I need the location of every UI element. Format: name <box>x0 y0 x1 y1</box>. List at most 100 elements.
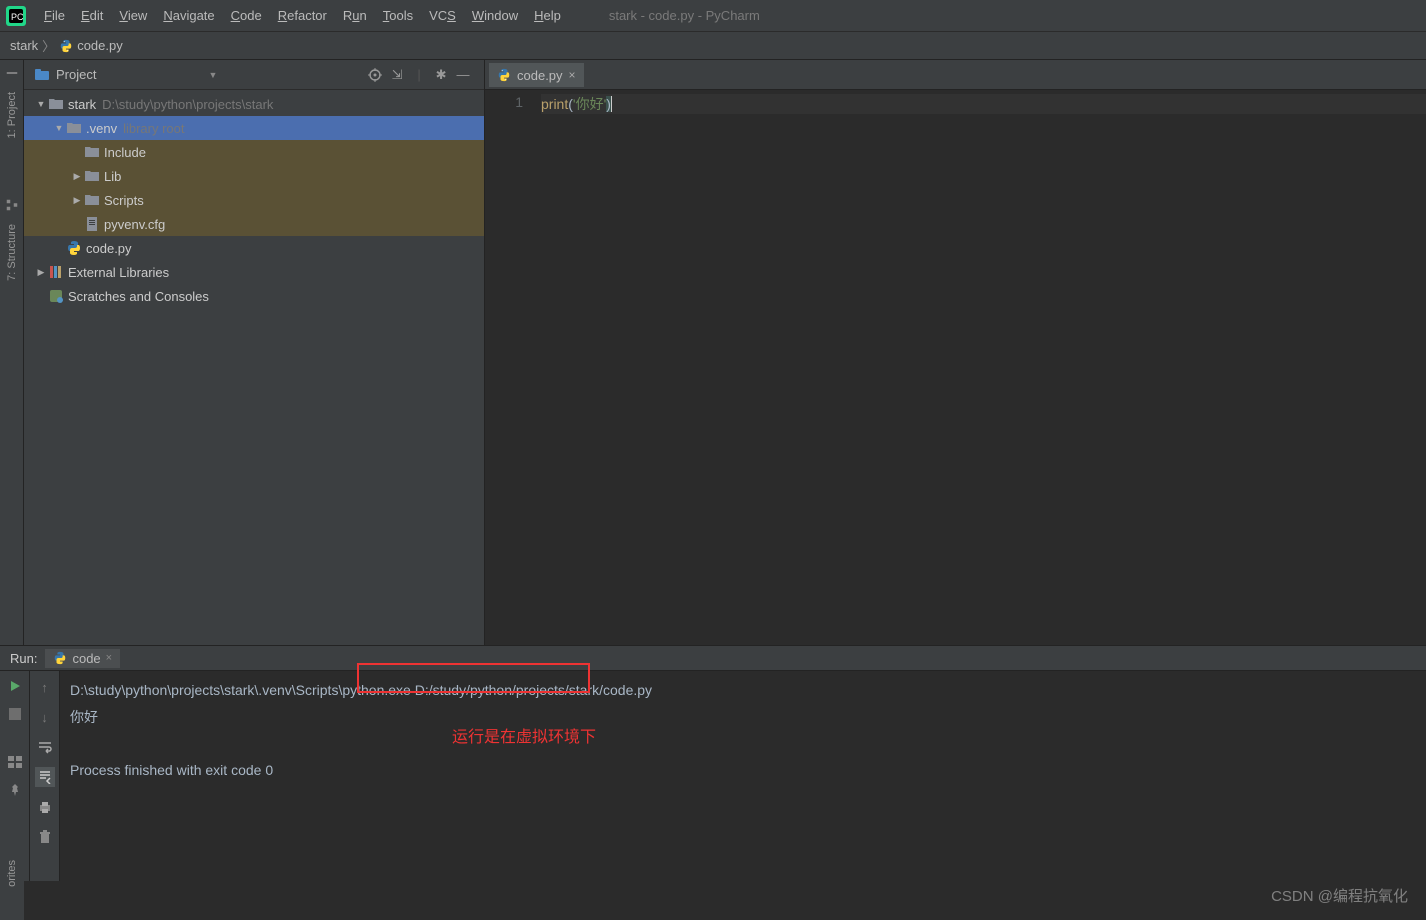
minimize-icon[interactable] <box>5 66 19 80</box>
editor-pane: code.py × 1 print('你好') <box>484 60 1426 645</box>
file-py-icon <box>66 240 82 256</box>
folder-icon <box>48 96 64 112</box>
menu-file[interactable]: File <box>36 4 73 27</box>
folder-icon <box>66 120 82 136</box>
python-file-icon <box>59 39 73 53</box>
run-toolwindow-header: Run: code × <box>0 645 1426 671</box>
tree-row[interactable]: Include <box>24 140 484 164</box>
tree-row[interactable]: Scratches and Consoles <box>24 284 484 308</box>
menu-run[interactable]: Run <box>335 4 375 27</box>
run-console[interactable]: 运行是在虚拟环境下 D:\study\python\projects\stark… <box>60 671 1426 881</box>
run-toolwindow-body: ↑ ↓ 运行是在虚拟环境下 D:\study\python\projects\s… <box>0 671 1426 881</box>
settings-sep-icon: | <box>408 64 430 86</box>
line-number: 1 <box>485 94 523 110</box>
watermark: CSDN @编程抗氧化 <box>1271 885 1408 906</box>
tree-arrow-icon[interactable]: ▶ <box>34 267 48 278</box>
run-right-toolbar: ↑ ↓ <box>30 671 60 881</box>
tree-row[interactable]: ▼.venvlibrary root <box>24 116 484 140</box>
tree-arrow-icon[interactable]: ▼ <box>34 99 48 109</box>
run-title: Run: <box>10 651 37 666</box>
code-line[interactable]: print('你好') <box>541 94 1426 114</box>
tree-row[interactable]: code.py <box>24 236 484 260</box>
folder-icon <box>84 192 100 208</box>
menu-view[interactable]: View <box>111 4 155 27</box>
up-icon[interactable]: ↑ <box>35 677 55 697</box>
tree-arrow-icon[interactable]: ▶ <box>70 171 84 182</box>
menu-code[interactable]: Code <box>223 4 270 27</box>
run-tab-label: code <box>72 651 100 666</box>
tree-row[interactable]: ▼ stark D:\study\python\projects\stark <box>24 92 484 116</box>
editor-tab-code[interactable]: code.py × <box>489 63 584 89</box>
scroll-to-end-icon[interactable] <box>35 767 55 787</box>
tree-row[interactable]: ▶ Lib <box>24 164 484 188</box>
editor-tab-label: code.py <box>517 68 563 83</box>
gear-icon[interactable]: ✱ <box>430 64 452 86</box>
editor-gutter: 1 <box>485 90 541 645</box>
tree-label: Scripts <box>104 193 144 208</box>
stop-icon[interactable] <box>6 705 24 723</box>
tree-row[interactable]: ▶ External Libraries <box>24 260 484 284</box>
console-line: Process finished with exit code 0 <box>70 757 1416 784</box>
menu-navigate[interactable]: Navigate <box>155 4 222 27</box>
rail-project-button[interactable]: 1: Project <box>4 88 20 142</box>
expand-all-icon[interactable]: ⇲ <box>386 64 408 86</box>
tree-row[interactable]: ▶ Scripts <box>24 188 484 212</box>
tree-label: Lib <box>104 169 121 184</box>
code-area[interactable]: print('你好') <box>541 90 1426 645</box>
down-icon[interactable]: ↓ <box>35 707 55 727</box>
folder-icon <box>84 168 100 184</box>
rerun-icon[interactable] <box>6 677 24 695</box>
menu-edit[interactable]: Edit <box>73 4 111 27</box>
menu-vcs[interactable]: VCS <box>421 4 464 27</box>
locate-icon[interactable] <box>364 64 386 86</box>
python-file-icon <box>497 68 511 82</box>
breadcrumb-file[interactable]: code.py <box>59 38 123 53</box>
soft-wrap-icon[interactable] <box>35 737 55 757</box>
run-left-toolbar <box>0 671 30 881</box>
trash-icon[interactable] <box>35 827 55 847</box>
pycharm-logo-icon: PC <box>6 6 26 26</box>
tree-arrow-icon[interactable]: ▼ <box>52 123 66 133</box>
menu-window[interactable]: Window <box>464 4 526 27</box>
tree-label: Scratches and Consoles <box>68 289 209 304</box>
editor-body[interactable]: 1 print('你好') <box>485 90 1426 645</box>
menu-refactor[interactable]: Refactor <box>270 4 335 27</box>
project-icon <box>34 67 50 83</box>
close-icon[interactable]: × <box>569 68 576 82</box>
breadcrumb: stark 〉 code.py <box>0 32 1426 60</box>
svg-text:PC: PC <box>11 12 24 22</box>
tree-label: Include <box>104 145 146 160</box>
tree-arrow-icon[interactable]: ▶ <box>70 195 84 206</box>
python-file-icon <box>53 651 67 665</box>
print-icon[interactable] <box>35 797 55 817</box>
tree-hint: library root <box>123 121 184 136</box>
project-tree[interactable]: ▼ stark D:\study\python\projects\stark ▼.ve… <box>24 90 484 645</box>
file-txt-icon <box>84 216 100 232</box>
console-line: D:\study\python\projects\stark\.venv\Scr… <box>70 677 1416 704</box>
console-line: 你好 <box>70 704 1416 731</box>
breadcrumb-label: stark <box>10 38 38 53</box>
run-tab[interactable]: code × <box>45 649 120 668</box>
breadcrumb-label: code.py <box>77 38 123 53</box>
chevron-down-icon[interactable]: ▼ <box>209 70 218 80</box>
rail-structure-button[interactable]: 7: Structure <box>4 220 20 285</box>
pin-icon[interactable] <box>6 781 24 799</box>
breadcrumb-project[interactable]: stark <box>10 38 38 53</box>
left-tool-rail: 1: Project 7: Structure <box>0 60 24 645</box>
hide-icon[interactable]: — <box>452 64 474 86</box>
window-title: stark - code.py - PyCharm <box>609 8 760 23</box>
favorites-rail[interactable]: orites <box>0 860 24 920</box>
structure-icon[interactable] <box>5 198 19 212</box>
layout-icon[interactable] <box>6 753 24 771</box>
tree-label: stark <box>68 97 96 112</box>
editor-tabs: code.py × <box>485 60 1426 90</box>
annotation-text: 运行是在虚拟环境下 <box>452 723 596 753</box>
tree-hint: D:\study\python\projects\stark <box>102 97 273 112</box>
menu-tools[interactable]: Tools <box>375 4 421 27</box>
tree-row[interactable]: pyvenv.cfg <box>24 212 484 236</box>
menu-help[interactable]: Help <box>526 4 569 27</box>
lib-icon <box>48 264 64 280</box>
tree-label: External Libraries <box>68 265 169 280</box>
breadcrumb-sep-icon: 〉 <box>42 36 55 55</box>
close-icon[interactable]: × <box>106 652 112 664</box>
